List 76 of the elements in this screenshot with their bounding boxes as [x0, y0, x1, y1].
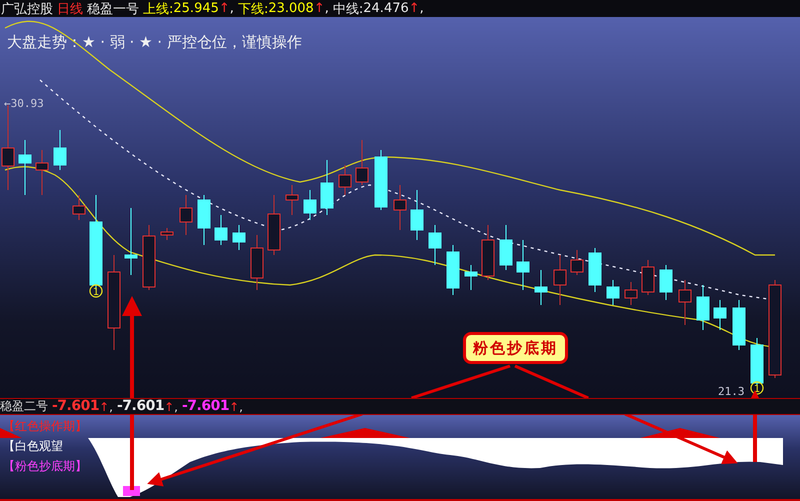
candlestick: [338, 164, 352, 196]
indicator-value: -7.601: [182, 401, 230, 412]
candlestick: [286, 184, 298, 216]
candlestick: [180, 194, 192, 236]
line-label: 上线:: [143, 0, 174, 18]
separator-text: ,: [324, 1, 329, 16]
annotation-line: [753, 415, 757, 462]
candlestick: [446, 244, 460, 296]
callout-label: 粉色抄底期: [463, 332, 568, 364]
candlestick: [18, 140, 32, 196]
high-price-label: ←30.93: [4, 97, 44, 110]
candlestick: [304, 190, 316, 220]
candlestick: [714, 300, 726, 330]
candlestick: [374, 150, 388, 210]
candlestick: [606, 280, 620, 306]
separator-text: ,: [174, 400, 178, 414]
candlestick: [678, 280, 692, 326]
candlestick: [732, 300, 746, 350]
signal-bar: [123, 486, 140, 496]
candlestick: [588, 248, 602, 292]
indicator-name: 稳盈二号: [0, 398, 48, 415]
candlestick: [394, 184, 406, 230]
separator-text: ,: [420, 1, 424, 16]
candlestick: [160, 228, 174, 240]
line-value: 24.476: [363, 1, 409, 16]
candlestick: [410, 190, 424, 240]
separator-text: ,: [230, 1, 234, 16]
indicator-value: -7.601: [52, 401, 100, 412]
candlestick: [142, 224, 156, 290]
candlestick: [124, 208, 138, 276]
legend-label: 【粉色抄底期】: [3, 459, 87, 474]
candlestick: [250, 234, 264, 290]
candlestick: [428, 224, 442, 266]
candlestick: [36, 150, 48, 196]
candlestick: [268, 194, 280, 256]
candlestick: [214, 214, 228, 246]
up-arrow-icon: ↑: [408, 1, 420, 16]
line-label: 下线:: [238, 0, 268, 18]
candlestick: [482, 224, 494, 280]
candlestick: [232, 224, 246, 250]
indicator-name: 稳盈一号: [87, 0, 139, 18]
candlestick: [534, 270, 548, 306]
candlestick: [570, 250, 584, 276]
candlestick: [642, 260, 654, 296]
separator-text: ,: [109, 400, 113, 414]
market-notice: 大盘走势：★ · 弱 · ★ · 严控仓位，谨慎操作: [7, 33, 302, 52]
low-price-label: 21.3: [718, 385, 744, 398]
candlestick: [554, 254, 566, 306]
up-arrow-icon: ↑: [218, 1, 230, 16]
period-label: 日线: [57, 0, 83, 18]
line-label: 中线:: [332, 0, 364, 18]
candlestick: [696, 284, 710, 330]
separator-text: ,: [239, 400, 243, 414]
legend-label: 【白色观望: [3, 439, 64, 454]
candlestick: [198, 194, 210, 246]
signal-marker: 1: [89, 284, 103, 298]
candlestick: [72, 194, 86, 220]
candlestick: [320, 160, 334, 216]
line-value: 25.945: [173, 1, 219, 16]
candlestick: [624, 282, 638, 306]
signal-marker: 1: [750, 381, 764, 395]
legend-label: 【红色操作期】: [3, 419, 87, 434]
candlestick: [356, 140, 368, 186]
candlestick: [500, 224, 512, 270]
candlestick: [464, 264, 478, 290]
candlestick: [660, 264, 672, 300]
candlestick: [516, 240, 530, 290]
candlestick: [750, 338, 764, 386]
up-arrow-icon: ↑: [99, 400, 110, 414]
up-arrow-icon: ↑: [164, 400, 174, 414]
indicator-value: -7.601: [116, 401, 164, 412]
stock-name: 广弘控股: [1, 0, 53, 18]
candlestick: [54, 130, 66, 170]
line-value: 23.008: [268, 1, 314, 16]
up-arrow-icon: ↑: [229, 400, 240, 414]
up-arrow-icon: ↑: [314, 1, 325, 16]
